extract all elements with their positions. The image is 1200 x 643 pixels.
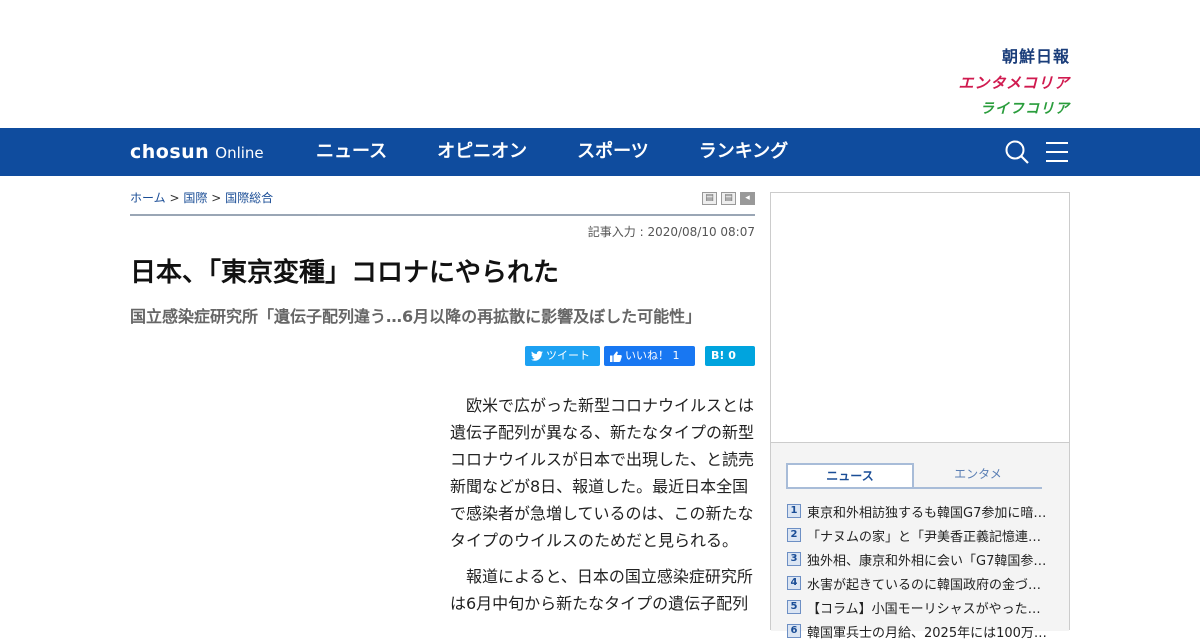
article-headline: 日本、「東京変種」コロナにやられた	[130, 258, 560, 288]
list-item[interactable]: 6 韓国軍兵士の月給、2025年には100万…	[787, 619, 1057, 643]
rank-number: 5	[787, 600, 801, 614]
tab-entame[interactable]: エンタメ	[914, 463, 1042, 487]
site-logo[interactable]: chosun Online	[130, 140, 264, 165]
top-header: 朝鮮日報 エンタメコリア ライフコリア	[0, 0, 1200, 128]
logo-main-text: chosun	[130, 141, 210, 163]
nav-icons	[1004, 138, 1070, 166]
print-icon[interactable]: ▤	[702, 192, 717, 205]
rank-title[interactable]: 【コラム】小国モーリシャスがやった…	[807, 598, 1047, 617]
rank-title[interactable]: 東京和外相訪独するも韓国G7参加に暗…	[807, 502, 1047, 521]
ranking-panel: ニュース エンタメ 1 東京和外相訪独するも韓国G7参加に暗… 2 「ナヌムの家」と…	[771, 443, 1069, 641]
rank-title[interactable]: 「ナヌムの家」と「尹美香正義記憶連…	[807, 526, 1047, 545]
rank-title[interactable]: 独外相、康京和外相に会い「G7韓国参…	[807, 550, 1047, 569]
list-item[interactable]: 1 東京和外相訪独するも韓国G7参加に暗…	[787, 499, 1057, 523]
breadcrumb-separator: >	[211, 191, 222, 205]
thumbs-up-icon	[610, 351, 622, 362]
nav-item-ranking[interactable]: ランキング	[699, 128, 788, 176]
breadcrumb-international-general[interactable]: 国際総合	[225, 191, 273, 205]
breadcrumb: ホーム > 国際 > 国際総合	[130, 190, 755, 206]
nav-item-opinion[interactable]: オピニオン	[437, 128, 527, 176]
article-body: 欧米で広がった新型コロナウイルスとは遺伝子配列が異なる、新たなタイプの新型コロナ…	[450, 392, 755, 626]
entame-korea-logo[interactable]: エンタメコリア	[930, 70, 1070, 96]
breadcrumb-home[interactable]: ホーム	[130, 191, 166, 205]
article-date: 記事入力 : 2020/08/10 08:07	[587, 225, 755, 239]
sidebar: ニュース エンタメ 1 東京和外相訪独するも韓国G7参加に暗… 2 「ナヌムの家」と…	[770, 192, 1070, 641]
article-subhead: 国立感染症研究所「遺伝子配列違う…6月以降の再拡散に影響及ぼした可能性」	[130, 307, 702, 326]
rank-title[interactable]: 水害が起きているのに韓国政府の金づ…	[807, 574, 1047, 593]
brand-links: 朝鮮日報 エンタメコリア ライフコリア	[930, 44, 1070, 122]
search-icon[interactable]	[1004, 138, 1030, 166]
twitter-icon	[531, 351, 543, 361]
ad-slot	[771, 193, 1069, 443]
breadcrumb-international[interactable]: 国際	[183, 191, 207, 205]
hatena-label: B! 0	[711, 349, 736, 362]
tweet-label: ツイート	[546, 349, 590, 362]
rank-title[interactable]: 韓国軍兵士の月給、2025年には100万…	[807, 622, 1047, 641]
nav-menu: ニュース オピニオン スポーツ ランキング	[316, 128, 838, 176]
rank-number: 4	[787, 576, 801, 590]
article-main: ホーム > 国際 > 国際総合 ▤ ▤ ◂ 記事入力 : 2020/08/10 …	[130, 176, 755, 630]
article-paragraph: 欧米で広がった新型コロナウイルスとは遺伝子配列が異なる、新たなタイプの新型コロナ…	[450, 396, 755, 550]
list-item[interactable]: 5 【コラム】小国モーリシャスがやった…	[787, 595, 1057, 619]
share-buttons: ツイート いいね！ 1 B! 0	[525, 346, 755, 366]
menu-icon[interactable]	[1044, 138, 1070, 166]
ranking-tabs: ニュース エンタメ	[786, 463, 1042, 489]
rank-number: 3	[787, 552, 801, 566]
breadcrumb-row: ホーム > 国際 > 国際総合 ▤ ▤ ◂	[130, 190, 755, 216]
nav-item-sports[interactable]: スポーツ	[577, 128, 649, 176]
main-nav: chosun Online ニュース オピニオン スポーツ ランキング	[0, 128, 1200, 176]
life-korea-logo[interactable]: ライフコリア	[930, 96, 1070, 122]
chosun-ilbo-logo[interactable]: 朝鮮日報	[930, 44, 1070, 70]
tab-news[interactable]: ニュース	[786, 463, 914, 487]
list-item[interactable]: 3 独外相、康京和外相に会い「G7韓国参…	[787, 547, 1057, 571]
breadcrumb-separator: >	[169, 191, 180, 205]
rank-number: 1	[787, 504, 801, 518]
ranking-list: 1 東京和外相訪独するも韓国G7参加に暗… 2 「ナヌムの家」と「尹美香正義記憶連……	[787, 499, 1057, 643]
back-icon[interactable]: ◂	[740, 192, 755, 205]
nav-item-news[interactable]: ニュース	[316, 128, 387, 176]
logo-sub-text: Online	[215, 144, 264, 162]
rank-number: 6	[787, 624, 801, 638]
hatena-bookmark-button[interactable]: B! 0	[705, 346, 755, 366]
list-item[interactable]: 4 水害が起きているのに韓国政府の金づ…	[787, 571, 1057, 595]
article-tools: ▤ ▤ ◂	[702, 192, 755, 205]
facebook-like-button[interactable]: いいね！ 1	[604, 346, 695, 366]
list-item[interactable]: 2 「ナヌムの家」と「尹美香正義記憶連…	[787, 523, 1057, 547]
rank-number: 2	[787, 528, 801, 542]
copy-icon[interactable]: ▤	[721, 192, 736, 205]
tweet-button[interactable]: ツイート	[525, 346, 600, 366]
like-label: いいね！ 1	[625, 349, 680, 362]
article-paragraph: 報道によると、日本の国立感染症研究所は6月中旬から新たなタイプの遺伝子配列	[450, 567, 753, 613]
